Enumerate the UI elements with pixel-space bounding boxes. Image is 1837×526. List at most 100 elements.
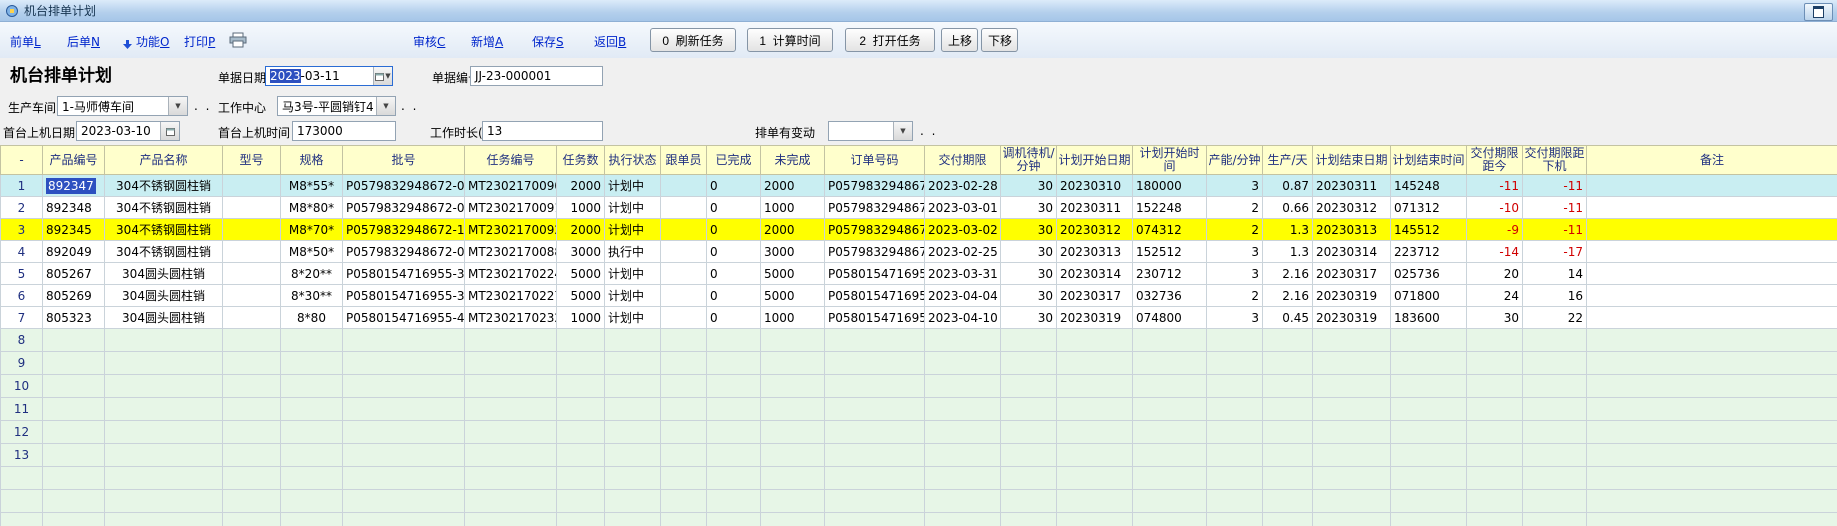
grid-cell-remark[interactable] — [1587, 285, 1837, 307]
grid-cell-done_qty[interactable]: 0 — [707, 285, 761, 307]
grid-cell-plan_end_time[interactable] — [1391, 329, 1467, 352]
calendar-dropdown-button[interactable] — [160, 122, 179, 140]
grid-cell-order_no[interactable] — [825, 467, 925, 490]
grid-cell-prod_per_day[interactable] — [1263, 329, 1313, 352]
grid-cell-follower[interactable] — [661, 263, 707, 285]
audit-link[interactable]: 审核C — [413, 33, 445, 50]
grid-cell-order_no[interactable]: P0580154716955 — [825, 263, 925, 285]
grid-cell-prod_per_day[interactable]: 1.3 — [1263, 219, 1313, 241]
grid-cell-task_no[interactable] — [465, 398, 557, 421]
grid-cell-lot_no[interactable] — [343, 444, 465, 467]
grid-cell-plan_end_date[interactable]: 20230314 — [1313, 241, 1391, 263]
grid-cell-task_no[interactable] — [465, 352, 557, 375]
save-link[interactable]: 保存S — [532, 33, 564, 50]
grid-cell-product_name[interactable]: 304圆头圆柱销 — [105, 307, 223, 329]
row-number[interactable]: 5 — [1, 263, 43, 285]
grid-cell-plan_start_date[interactable]: 20230319 — [1057, 307, 1133, 329]
grid-cell-model[interactable] — [223, 490, 281, 513]
row-number[interactable]: 6 — [1, 285, 43, 307]
grid-cell-delivery_date[interactable]: 2023-03-02 — [925, 219, 1001, 241]
grid-cell-prod_per_day[interactable] — [1263, 421, 1313, 444]
grid-cell-remark[interactable] — [1587, 513, 1837, 526]
grid-cell-follower[interactable] — [661, 219, 707, 241]
row-number[interactable]: 7 — [1, 307, 43, 329]
grid-cell-product_no[interactable] — [43, 513, 105, 526]
grid-cell-spec[interactable]: M8*50* — [281, 241, 343, 263]
grid-cell-plan_end_time[interactable]: 145248 — [1391, 175, 1467, 197]
row-number[interactable]: 13 — [1, 444, 43, 467]
grid-cell-task_qty[interactable]: 2000 — [557, 175, 605, 197]
grid-cell-product_no[interactable]: 892347 — [43, 175, 105, 197]
grid-cell-delivery_date[interactable] — [925, 375, 1001, 398]
grid-cell-plan_start_time[interactable] — [1133, 467, 1207, 490]
grid-cell-model[interactable] — [223, 375, 281, 398]
grid-cell-follower[interactable] — [661, 513, 707, 526]
grid-cell-lot_no[interactable] — [343, 467, 465, 490]
grid-cell-exec_status[interactable]: 计划中 — [605, 285, 661, 307]
grid-cell-lot_no[interactable] — [343, 352, 465, 375]
grid-cell-delivery_to_offline[interactable] — [1523, 421, 1587, 444]
grid-cell-days_to_delivery[interactable] — [1467, 421, 1523, 444]
grid-cell-product_no[interactable]: 805267 — [43, 263, 105, 285]
grid-cell-task_qty[interactable] — [557, 467, 605, 490]
grid-cell-delivery_to_offline[interactable] — [1523, 352, 1587, 375]
grid-cell-done_qty[interactable] — [707, 467, 761, 490]
grid-cell-setup_wait[interactable]: 30 — [1001, 241, 1057, 263]
column-header-done_qty[interactable]: 已完成 — [707, 146, 761, 175]
grid-cell-capacity_per_min[interactable] — [1207, 398, 1263, 421]
row-number[interactable]: 2 — [1, 197, 43, 219]
grid-cell-model[interactable] — [223, 197, 281, 219]
grid-cell-follower[interactable] — [661, 241, 707, 263]
calc-time-button[interactable]: 1 计算时间 — [747, 28, 833, 52]
grid-cell-plan_end_date[interactable] — [1313, 375, 1391, 398]
grid-cell-undone_qty[interactable]: 2000 — [761, 175, 825, 197]
grid-cell-plan_start_date[interactable] — [1057, 375, 1133, 398]
grid-cell-plan_end_time[interactable] — [1391, 513, 1467, 526]
schedule-changed-select[interactable]: ▼ — [828, 121, 913, 141]
grid-cell-lot_no[interactable]: P0580154716955-37 — [343, 285, 465, 307]
grid-cell-delivery_to_offline[interactable] — [1523, 329, 1587, 352]
grid-cell-remark[interactable] — [1587, 490, 1837, 513]
grid-cell-undone_qty[interactable] — [761, 421, 825, 444]
grid-cell-capacity_per_min[interactable]: 3 — [1207, 175, 1263, 197]
grid-cell-task_no[interactable]: MT2302170092 — [465, 219, 557, 241]
grid-cell-plan_start_date[interactable] — [1057, 513, 1133, 526]
grid-cell-model[interactable] — [223, 467, 281, 490]
grid-cell-plan_end_time[interactable] — [1391, 352, 1467, 375]
grid-cell-setup_wait[interactable]: 30 — [1001, 263, 1057, 285]
grid-cell-days_to_delivery[interactable] — [1467, 375, 1523, 398]
grid-cell-done_qty[interactable] — [707, 490, 761, 513]
grid-cell-spec[interactable]: M8*80* — [281, 197, 343, 219]
grid-cell-plan_end_date[interactable]: 20230311 — [1313, 175, 1391, 197]
prev-doc-link[interactable]: 前单L — [10, 33, 41, 50]
grid-cell-delivery_to_offline[interactable] — [1523, 467, 1587, 490]
grid-cell-plan_end_time[interactable]: 025736 — [1391, 263, 1467, 285]
add-link[interactable]: 新增A — [471, 33, 503, 50]
grid-cell-capacity_per_min[interactable]: 3 — [1207, 307, 1263, 329]
grid-cell-remark[interactable] — [1587, 467, 1837, 490]
grid-cell-delivery_date[interactable] — [925, 444, 1001, 467]
grid-cell-prod_per_day[interactable] — [1263, 375, 1313, 398]
grid-cell-prod_per_day[interactable]: 2.16 — [1263, 285, 1313, 307]
workshop-select[interactable]: 1-马师傅车间 ▼ — [57, 96, 188, 116]
grid-cell-prod_per_day[interactable]: 0.45 — [1263, 307, 1313, 329]
grid-cell-capacity_per_min[interactable]: 2 — [1207, 197, 1263, 219]
move-up-button[interactable]: 上移 — [941, 28, 978, 52]
grid-cell-order_no[interactable] — [825, 375, 925, 398]
grid-cell-plan_end_time[interactable] — [1391, 467, 1467, 490]
grid-cell-undone_qty[interactable] — [761, 444, 825, 467]
grid-cell-done_qty[interactable] — [707, 421, 761, 444]
grid-cell-remark[interactable] — [1587, 307, 1837, 329]
grid-cell-plan_start_time[interactable] — [1133, 329, 1207, 352]
grid-cell-model[interactable] — [223, 285, 281, 307]
grid-cell-plan_end_time[interactable]: 071800 — [1391, 285, 1467, 307]
column-header-product_name[interactable]: 产品名称 — [105, 146, 223, 175]
grid-cell-task_no[interactable] — [465, 490, 557, 513]
grid-cell-plan_end_date[interactable] — [1313, 467, 1391, 490]
grid-cell-plan_end_date[interactable] — [1313, 398, 1391, 421]
grid-cell-delivery_to_offline[interactable] — [1523, 375, 1587, 398]
grid-cell-spec[interactable] — [281, 398, 343, 421]
grid-cell-plan_end_time[interactable] — [1391, 444, 1467, 467]
grid-cell-undone_qty[interactable] — [761, 329, 825, 352]
grid-cell-order_no[interactable]: P0579832948672 — [825, 175, 925, 197]
